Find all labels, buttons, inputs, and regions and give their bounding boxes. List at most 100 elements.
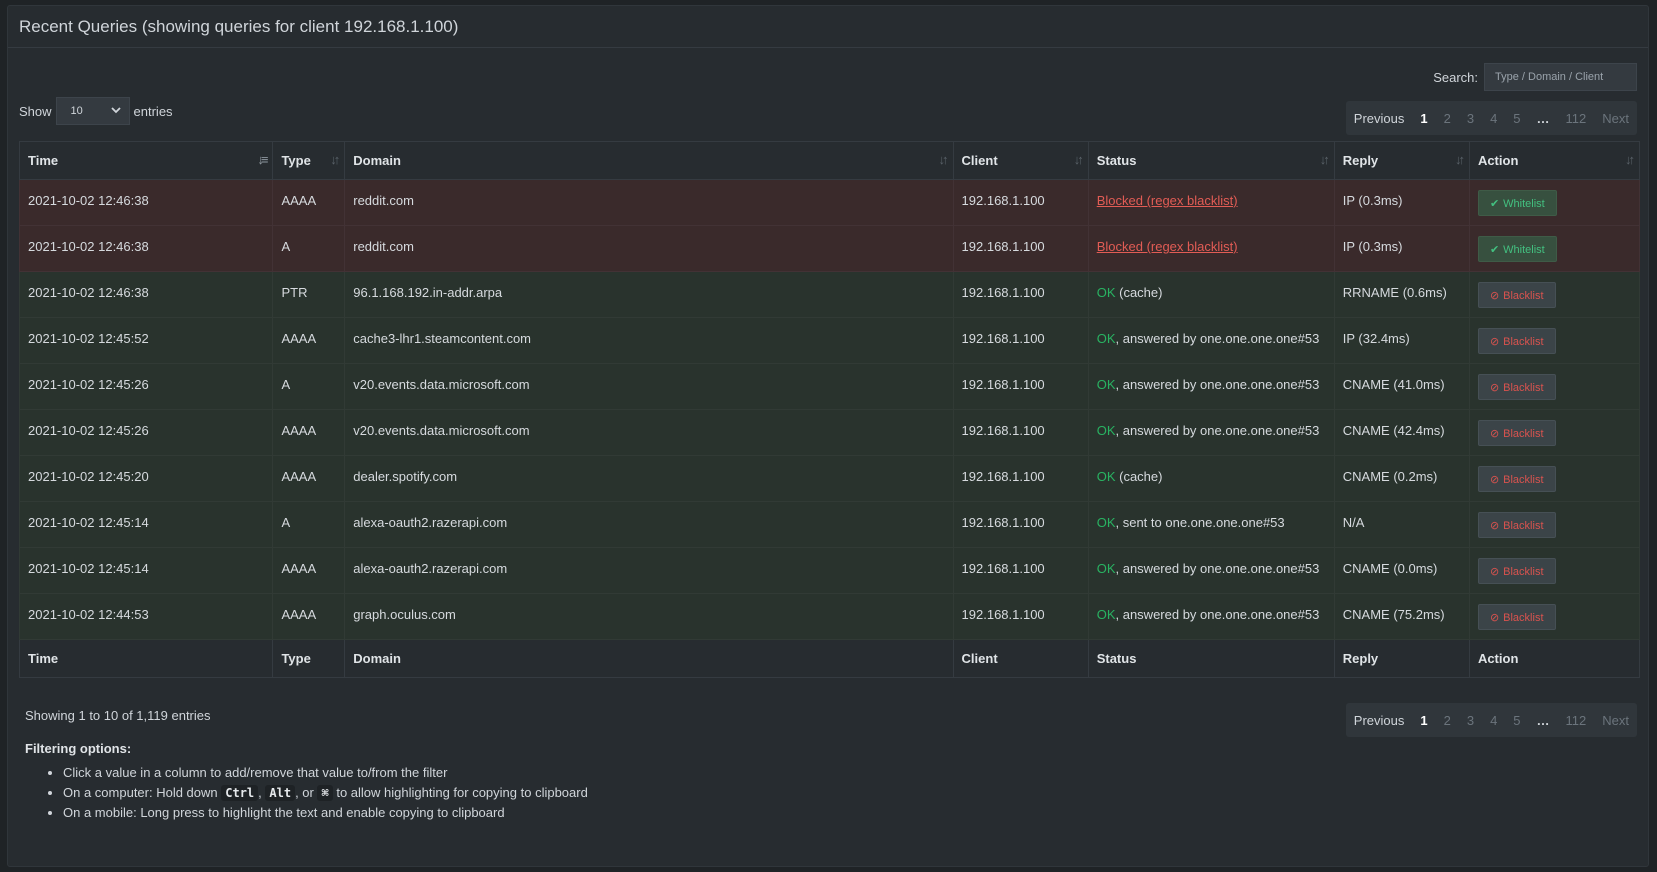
pagination-page[interactable]: 1 — [1412, 111, 1435, 126]
column-header-domain[interactable]: Domain ↓↑ — [344, 141, 954, 180]
cell-client[interactable]: 192.168.1.100 — [952, 179, 1089, 226]
cell-client[interactable]: 192.168.1.100 — [952, 547, 1089, 594]
cell-type[interactable]: AAAA — [272, 179, 346, 226]
pagination-page[interactable]: 5 — [1505, 713, 1528, 728]
column-header-client[interactable]: Client ↓↑ — [952, 141, 1089, 180]
cell-status[interactable]: OK (cache) — [1087, 455, 1335, 502]
cell-type[interactable]: AAAA — [272, 409, 346, 456]
cell-time[interactable]: 2021-10-02 12:46:38 — [18, 271, 274, 318]
pagination-next[interactable]: Next — [1594, 111, 1631, 126]
cell-action: ⊘ Blacklist — [1468, 593, 1641, 640]
cell-status[interactable]: OK, answered by one.one.one.one#53 — [1087, 409, 1335, 456]
pagination-previous[interactable]: Previous — [1352, 111, 1413, 126]
cell-domain[interactable]: reddit.com — [344, 225, 954, 272]
cell-status[interactable]: OK (cache) — [1087, 271, 1335, 318]
column-header-status[interactable]: Status ↓↑ — [1087, 141, 1335, 180]
cell-type[interactable]: A — [272, 225, 346, 272]
blacklist-button[interactable]: ⊘ Blacklist — [1477, 420, 1556, 446]
column-header-action[interactable]: Action ↓↑ — [1468, 141, 1641, 180]
table-row: 2021-10-02 12:46:38 PTR 96.1.168.192.in-… — [18, 271, 1641, 318]
entries-length: Show 10 entries — [19, 97, 173, 125]
alt-key: Alt — [265, 785, 296, 801]
pagination-page[interactable]: 3 — [1459, 713, 1482, 728]
cell-time[interactable]: 2021-10-02 12:45:26 — [18, 409, 274, 456]
status-blocked-link[interactable]: Blocked (regex blacklist) — [1097, 193, 1238, 208]
cell-time[interactable]: 2021-10-02 12:44:53 — [18, 593, 274, 640]
cell-type[interactable]: AAAA — [272, 547, 346, 594]
cell-status[interactable]: Blocked (regex blacklist) — [1087, 179, 1335, 226]
pagination-next[interactable]: Next — [1594, 713, 1631, 728]
cell-client[interactable]: 192.168.1.100 — [952, 363, 1089, 410]
cell-time[interactable]: 2021-10-02 12:45:20 — [18, 455, 274, 502]
cell-domain[interactable]: dealer.spotify.com — [344, 455, 954, 502]
cell-domain[interactable]: alexa-oauth2.razerapi.com — [344, 501, 954, 548]
cell-status[interactable]: OK, answered by one.one.one.one#53 — [1087, 363, 1335, 410]
table-header-row: Time ↓≡ Type ↓↑ Domain ↓↑ Client ↓↑ Status ↓↑… — [18, 141, 1641, 180]
blacklist-button[interactable]: ⊘ Blacklist — [1477, 328, 1556, 354]
cell-type[interactable]: AAAA — [272, 593, 346, 640]
blacklist-button[interactable]: ⊘ Blacklist — [1477, 604, 1556, 630]
search-input[interactable] — [1484, 63, 1637, 91]
cell-time[interactable]: 2021-10-02 12:45:52 — [18, 317, 274, 364]
footer-action: Action — [1468, 639, 1641, 678]
blacklist-button[interactable]: ⊘ Blacklist — [1477, 558, 1556, 584]
cell-time[interactable]: 2021-10-02 12:46:38 — [18, 225, 274, 272]
cell-client[interactable]: 192.168.1.100 — [952, 317, 1089, 364]
cell-client[interactable]: 192.168.1.100 — [952, 225, 1089, 272]
cell-type[interactable]: AAAA — [272, 455, 346, 502]
pagination-page[interactable]: 4 — [1482, 713, 1505, 728]
column-header-reply[interactable]: Reply ↓↑ — [1333, 141, 1470, 180]
cell-type[interactable]: AAAA — [272, 317, 346, 364]
cell-domain[interactable]: v20.events.data.microsoft.com — [344, 409, 954, 456]
cell-time[interactable]: 2021-10-02 12:45:14 — [18, 501, 274, 548]
blacklist-button[interactable]: ⊘ Blacklist — [1477, 374, 1556, 400]
status-blocked-link[interactable]: Blocked (regex blacklist) — [1097, 239, 1238, 254]
pagination-page[interactable]: 3 — [1459, 111, 1482, 126]
pagination-previous[interactable]: Previous — [1352, 713, 1413, 728]
cell-type[interactable]: A — [272, 363, 346, 410]
cell-domain[interactable]: 96.1.168.192.in-addr.arpa — [344, 271, 954, 318]
pagination-last-page[interactable]: 112 — [1558, 713, 1595, 728]
cell-client[interactable]: 192.168.1.100 — [952, 409, 1089, 456]
cell-client[interactable]: 192.168.1.100 — [952, 271, 1089, 318]
pagination-page[interactable]: 2 — [1436, 111, 1459, 126]
cell-domain[interactable]: alexa-oauth2.razerapi.com — [344, 547, 954, 594]
status-detail: , answered by one.one.one.one#53 — [1115, 331, 1320, 346]
cell-status[interactable]: Blocked (regex blacklist) — [1087, 225, 1335, 272]
pagination-page[interactable]: 1 — [1412, 713, 1435, 728]
cell-status[interactable]: OK, sent to one.one.one.one#53 — [1087, 501, 1335, 548]
status-detail: (cache) — [1115, 469, 1163, 484]
cell-time[interactable]: 2021-10-02 12:45:26 — [18, 363, 274, 410]
cell-status[interactable]: OK, answered by one.one.one.one#53 — [1087, 547, 1335, 594]
blacklist-button[interactable]: ⊘ Blacklist — [1477, 466, 1556, 492]
cell-status[interactable]: OK, answered by one.one.one.one#53 — [1087, 317, 1335, 364]
column-header-time[interactable]: Time ↓≡ — [18, 141, 274, 180]
status-detail: , answered by one.one.one.one#53 — [1115, 423, 1320, 438]
pagination-page[interactable]: 5 — [1505, 111, 1528, 126]
ban-icon: ⊘ — [1489, 520, 1500, 532]
column-header-type[interactable]: Type ↓↑ — [272, 141, 346, 180]
cell-time[interactable]: 2021-10-02 12:46:38 — [18, 179, 274, 226]
cell-domain[interactable]: graph.oculus.com — [344, 593, 954, 640]
whitelist-button[interactable]: ✔ Whitelist — [1477, 236, 1557, 262]
cell-client[interactable]: 192.168.1.100 — [952, 593, 1089, 640]
pagination-page[interactable]: 2 — [1436, 713, 1459, 728]
whitelist-button[interactable]: ✔ Whitelist — [1477, 190, 1557, 216]
cell-action: ✔ Whitelist — [1468, 179, 1641, 226]
blacklist-button[interactable]: ⊘ Blacklist — [1477, 512, 1556, 538]
cell-type[interactable]: A — [272, 501, 346, 548]
cell-domain[interactable]: cache3-lhr1.steamcontent.com — [344, 317, 954, 364]
pagination-last-page[interactable]: 112 — [1558, 111, 1595, 126]
blacklist-button[interactable]: ⊘ Blacklist — [1477, 282, 1556, 308]
cell-status[interactable]: OK, answered by one.one.one.one#53 — [1087, 593, 1335, 640]
cell-client[interactable]: 192.168.1.100 — [952, 501, 1089, 548]
sort-icon: ↓≡ — [257, 152, 268, 167]
cell-client[interactable]: 192.168.1.100 — [952, 455, 1089, 502]
cell-type[interactable]: PTR — [272, 271, 346, 318]
cell-domain[interactable]: v20.events.data.microsoft.com — [344, 363, 954, 410]
entries-select[interactable]: 10 — [55, 97, 130, 125]
pagination-page[interactable]: 4 — [1482, 111, 1505, 126]
cell-time[interactable]: 2021-10-02 12:45:14 — [18, 547, 274, 594]
cell-reply: CNAME (0.0ms) — [1333, 547, 1470, 594]
cell-domain[interactable]: reddit.com — [344, 179, 954, 226]
